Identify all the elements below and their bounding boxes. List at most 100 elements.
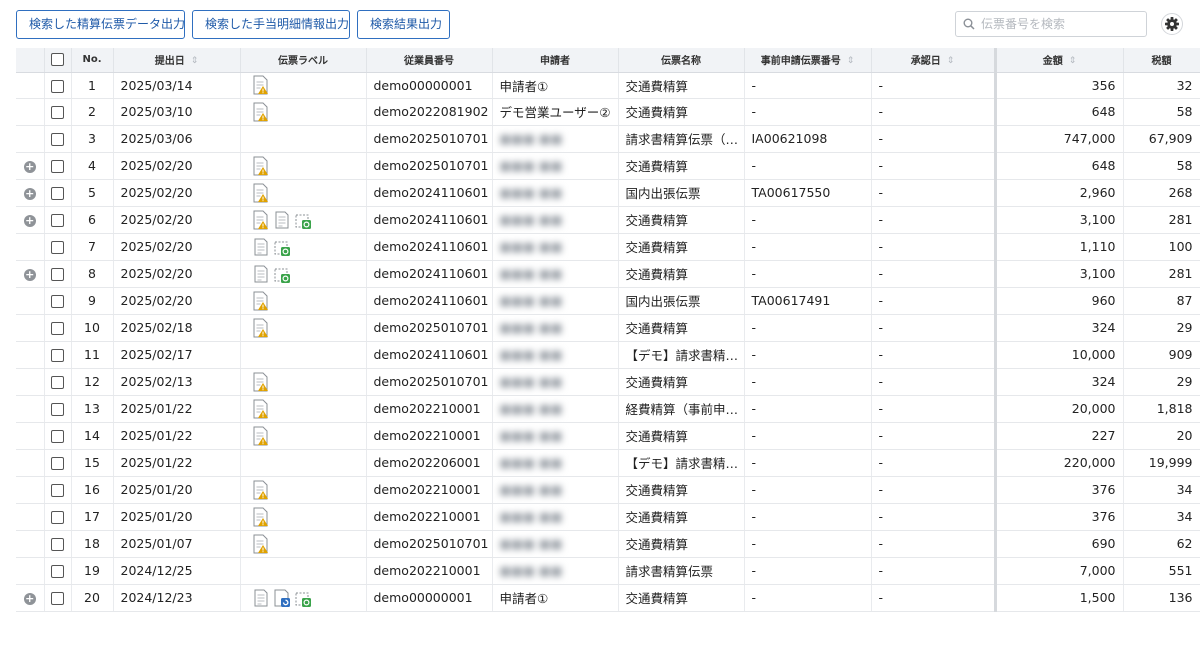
tax: 62 — [1123, 530, 1200, 558]
plus-circle-icon[interactable]: + — [23, 187, 36, 200]
submit-date: 2025/01/20 — [113, 476, 241, 504]
expand-cell — [16, 125, 45, 153]
row-checkbox[interactable] — [51, 565, 64, 578]
table-row[interactable]: 1 2025/03/14 demo00000001 申請者① 交通費精算 - -356 32 — [16, 72, 1200, 99]
row-checkbox[interactable] — [51, 214, 64, 227]
approve-date-header[interactable]: 承認日 ⇕ — [871, 48, 996, 73]
table-row[interactable]: +8 2025/02/20 demo2024110601 ■■■ ■■ 交通費精算 - -3… — [16, 260, 1200, 288]
amount: 3,100 — [993, 260, 1124, 288]
table-row[interactable]: 9 2025/02/20 demo2024110601 ■■■ ■■ 国内出張伝票 TA0… — [16, 287, 1200, 315]
expand-cell — [16, 233, 45, 261]
table-row[interactable]: 12 2025/02/13 demo2025010701 ■■■ ■■ 交通費精算 - -3… — [16, 368, 1200, 396]
export-allowance-detail-button[interactable]: 検索した手当明細情報出力 — [192, 10, 350, 39]
row-checkbox[interactable] — [51, 133, 64, 146]
row-number: 8 — [71, 260, 114, 288]
plus-circle-icon[interactable]: + — [23, 268, 36, 281]
sort-icon[interactable]: ⇕ — [1069, 56, 1077, 66]
row-checkbox[interactable] — [51, 106, 64, 119]
employee-id: demo202210001 — [366, 422, 493, 450]
pre-slip-number: - — [744, 449, 872, 477]
table-row[interactable]: 2 2025/03/10 demo2022081902 デモ営業ユーザー② 交通費精算 -… — [16, 98, 1200, 126]
sort-icon[interactable]: ⇕ — [947, 56, 955, 66]
row-number: 12 — [71, 368, 114, 396]
table-row[interactable]: 3 2025/03/06 demo2025010701 ■■■ ■■ 請求書精算伝票（…… — [16, 125, 1200, 153]
slip-number-search-input[interactable] — [981, 17, 1141, 31]
document-warning-icon — [252, 372, 270, 392]
tax: 29 — [1123, 368, 1200, 396]
table-row[interactable]: 17 2025/01/20 demo202210001 ■■■ ■■ 交通費精算 - -37… — [16, 503, 1200, 531]
table-row[interactable]: 16 2025/01/20 demo202210001 ■■■ ■■ 交通費精算 - -37… — [16, 476, 1200, 504]
submit-date: 2025/01/22 — [113, 449, 241, 477]
table-row[interactable]: 18 2025/01/07 demo2025010701 ■■■ ■■ 交通費精算 - -6… — [16, 530, 1200, 558]
tax: 87 — [1123, 287, 1200, 315]
table-row[interactable]: +6 2025/02/20 demo2024110601 ■■■ ■■ 交通費精算 - -3… — [16, 206, 1200, 234]
table-row[interactable]: 14 2025/01/22 demo202210001 ■■■ ■■ 交通費精算 - -22… — [16, 422, 1200, 450]
row-checkbox[interactable] — [51, 160, 64, 173]
export-search-results-button[interactable]: 検索結果出力 — [357, 10, 450, 39]
submit-date-header[interactable]: 提出日 ⇕ — [113, 48, 241, 73]
redacted-applicant: ■■■ ■■ — [499, 455, 563, 470]
table-row[interactable]: 7 2025/02/20 demo2024110601 ■■■ ■■ 交通費精算 - -1,… — [16, 233, 1200, 261]
select-cell — [44, 449, 72, 477]
table-row[interactable]: +20 2024/12/23 demo00000001 申請者① 交通費精算 - -1,50… — [16, 584, 1200, 612]
slip-labels — [240, 530, 367, 558]
document-warning-icon — [252, 210, 270, 230]
employee-id-header: 従業員番号 — [366, 48, 493, 73]
employee-id: demo2025010701 — [366, 125, 493, 153]
row-checkbox[interactable] — [51, 592, 64, 605]
plus-circle-icon[interactable]: + — [23, 214, 36, 227]
gear-icon[interactable] — [1161, 13, 1183, 35]
table-row[interactable]: 13 2025/01/22 demo202210001 ■■■ ■■ 経費精算（事前申…… — [16, 395, 1200, 423]
pre-slip-number: - — [744, 341, 872, 369]
table-row[interactable]: +4 2025/02/20 demo2025010701 ■■■ ■■ 交通費精算 - -6… — [16, 152, 1200, 180]
approve-date: - — [871, 368, 996, 396]
sort-icon[interactable]: ⇕ — [847, 56, 855, 66]
row-checkbox[interactable] — [51, 457, 64, 470]
pre-slip-number: TA00617550 — [744, 179, 872, 207]
receipt-check-icon — [294, 210, 312, 230]
select-cell — [44, 179, 72, 207]
table-row[interactable]: 11 2025/02/17 demo2024110601 ■■■ ■■ 【デモ】請求書精… — [16, 341, 1200, 369]
amount: 220,000 — [993, 449, 1124, 477]
row-checkbox[interactable] — [51, 511, 64, 524]
tax: 20 — [1123, 422, 1200, 450]
row-checkbox[interactable] — [51, 430, 64, 443]
submit-date: 2025/02/20 — [113, 233, 241, 261]
row-checkbox[interactable] — [51, 484, 64, 497]
sort-icon[interactable]: ⇕ — [191, 56, 199, 66]
pre-slip-number-header[interactable]: 事前申請伝票番号 ⇕ — [744, 48, 872, 73]
pre-slip-number: - — [744, 476, 872, 504]
row-checkbox[interactable] — [51, 376, 64, 389]
table-row[interactable]: 19 2024/12/25 demo202210001 ■■■ ■■ 請求書精算伝票 - -… — [16, 557, 1200, 585]
row-checkbox[interactable] — [51, 322, 64, 335]
export-slip-data-button[interactable]: 検索した精算伝票データ出力 — [16, 10, 185, 39]
table-row[interactable]: 10 2025/02/18 demo2025010701 ■■■ ■■ 交通費精算 - -3… — [16, 314, 1200, 342]
pre-slip-number: - — [744, 530, 872, 558]
employee-id: demo2024110601 — [366, 233, 493, 261]
row-checkbox[interactable] — [51, 295, 64, 308]
select-all-checkbox[interactable] — [51, 53, 64, 67]
redacted-applicant: ■■■ ■■ — [499, 212, 563, 227]
amount: 648 — [993, 152, 1124, 180]
tax: 100 — [1123, 233, 1200, 261]
document-approval-icon — [273, 588, 291, 608]
row-checkbox[interactable] — [51, 403, 64, 416]
row-checkbox[interactable] — [51, 187, 64, 200]
applicant: ■■■ ■■ — [492, 152, 619, 180]
table-row[interactable]: 15 2025/01/22 demo202206001 ■■■ ■■ 【デモ】請求書精…… — [16, 449, 1200, 477]
table-row[interactable]: +5 2025/02/20 demo2024110601 ■■■ ■■ 国内出張伝票 TA… — [16, 179, 1200, 207]
row-checkbox[interactable] — [51, 241, 64, 254]
applicant: ■■■ ■■ — [492, 233, 619, 261]
plus-circle-icon[interactable]: + — [23, 160, 36, 173]
amount: 1,500 — [993, 584, 1124, 612]
row-checkbox[interactable] — [51, 349, 64, 362]
row-checkbox[interactable] — [51, 538, 64, 551]
slip-labels — [240, 287, 367, 315]
row-checkbox[interactable] — [51, 79, 64, 93]
row-checkbox[interactable] — [51, 268, 64, 281]
amount-header[interactable]: 金額 ⇕ — [993, 48, 1124, 73]
pre-slip-number: - — [744, 260, 872, 288]
slip-name: 交通費精算 — [618, 530, 745, 558]
plus-circle-icon[interactable]: + — [23, 592, 36, 605]
amount: 20,000 — [993, 395, 1124, 423]
